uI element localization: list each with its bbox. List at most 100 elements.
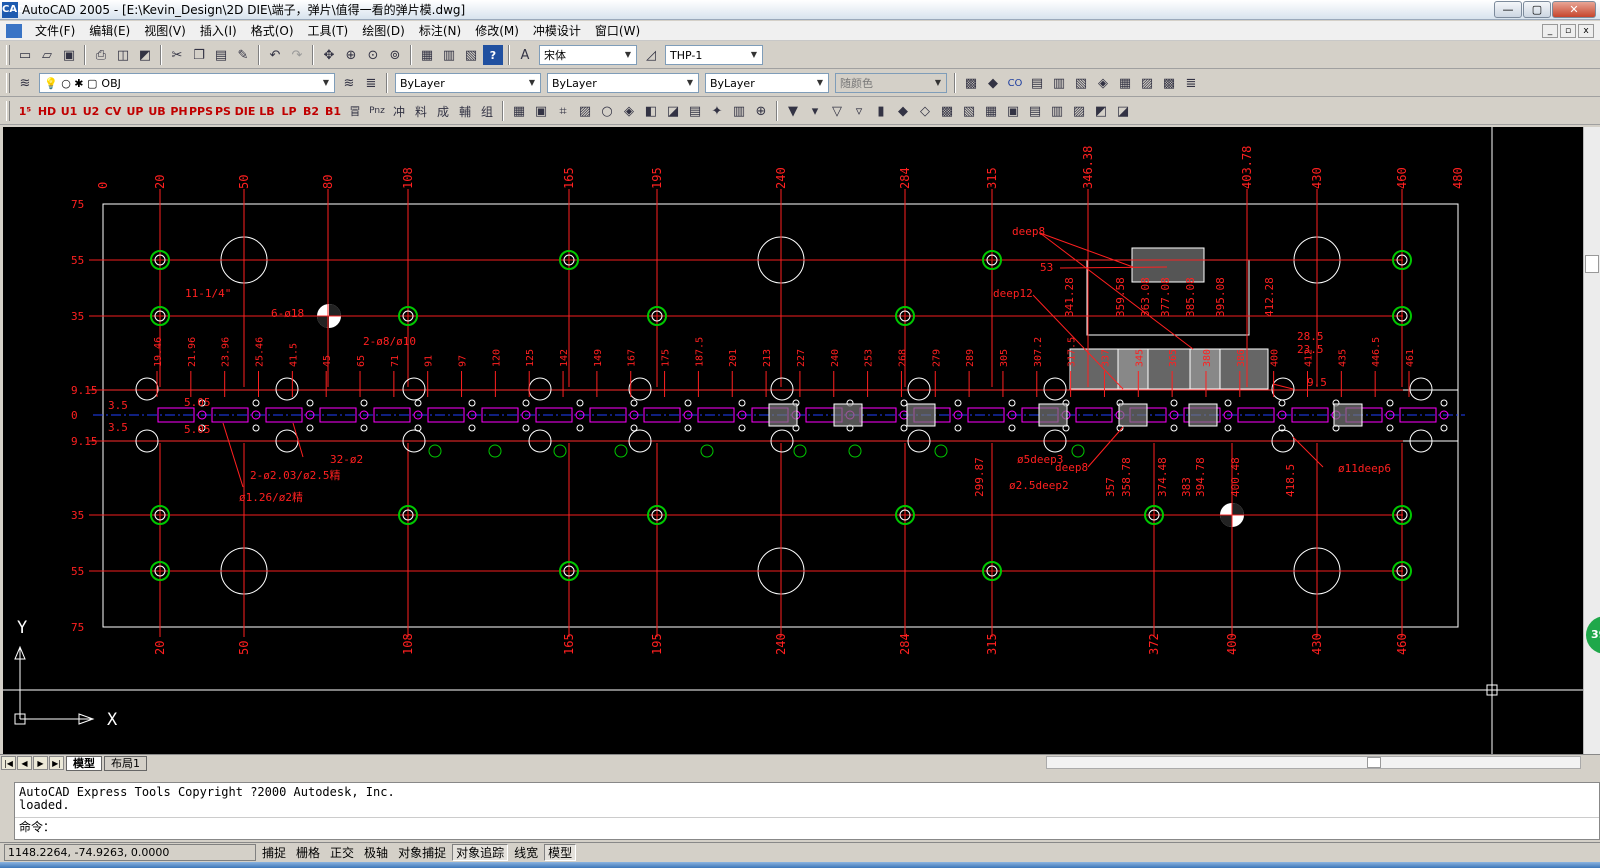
die-tool-button[interactable]: U2 xyxy=(81,101,101,121)
horizontal-scrollbar[interactable] xyxy=(1046,756,1581,769)
custom-tool-icon[interactable]: ◩ xyxy=(1091,101,1111,121)
toolbar-grip[interactable] xyxy=(6,73,10,93)
custom-tool-icon[interactable]: ▦ xyxy=(1115,73,1135,93)
layer-previous-icon[interactable]: ≣ xyxy=(361,73,381,93)
document-icon[interactable] xyxy=(6,23,22,38)
die-tool-button[interactable]: B2 xyxy=(301,101,321,121)
die-tool-button[interactable]: B1 xyxy=(323,101,343,121)
linetype-combo[interactable]: ByLayer ▼ xyxy=(547,73,699,93)
die-tool-button[interactable]: LB xyxy=(257,101,277,121)
drawing-canvas[interactable]: Y X 0 20 50 80 108 165 195 240 284 315 346.38 403.7… xyxy=(0,127,1600,754)
custom-tool-icon[interactable]: ▥ xyxy=(1049,73,1069,93)
scroll-thumb[interactable] xyxy=(1367,757,1381,768)
autocad-app-icon[interactable]: CAD xyxy=(2,1,25,18)
custom-tool-icon[interactable]: ▩ xyxy=(937,101,957,121)
matchprop-icon[interactable]: ✎ xyxy=(233,45,253,65)
color-combo[interactable]: ByLayer ▼ xyxy=(395,73,541,93)
custom-tool-icon[interactable]: ▼ xyxy=(783,101,803,121)
custom-tool-icon[interactable]: ▩ xyxy=(961,73,981,93)
die-tool-button[interactable]: UB xyxy=(147,101,167,121)
custom-tool-icon[interactable]: ◇ xyxy=(915,101,935,121)
save-icon[interactable]: ▣ xyxy=(59,45,79,65)
publish-icon[interactable]: ◩ xyxy=(135,45,155,65)
die-tool-button[interactable]: LP xyxy=(279,101,299,121)
layer-combo[interactable]: 💡 ○ ✱ ▢ OBJ ▼ xyxy=(39,73,335,93)
toolbar-grip[interactable] xyxy=(6,45,10,65)
otrack-toggle[interactable]: 对象追踪 xyxy=(452,844,509,861)
custom-tool-icon[interactable]: ◆ xyxy=(983,73,1003,93)
custom-tool-icon[interactable]: ▧ xyxy=(959,101,979,121)
grid-toggle[interactable]: 栅格 xyxy=(292,844,325,861)
undo-icon[interactable]: ↶ xyxy=(265,45,285,65)
tab-layout1[interactable]: 布局1 xyxy=(104,755,147,771)
close-button[interactable]: ✕ xyxy=(1552,1,1596,18)
toolpalette-icon[interactable]: ▧ xyxy=(461,45,481,65)
custom-tool-icon[interactable]: CO xyxy=(1005,73,1025,93)
pan-icon[interactable]: ✥ xyxy=(319,45,339,65)
menu-view[interactable]: 视图(V) xyxy=(137,21,193,41)
menu-file[interactable]: 文件(F) xyxy=(28,21,82,41)
preview-icon[interactable]: ◫ xyxy=(113,45,133,65)
zoom-window-icon[interactable]: ⊙ xyxy=(363,45,383,65)
osnap-toggle[interactable]: 对象捕捉 xyxy=(394,844,451,861)
custom-tool-icon[interactable]: ▨ xyxy=(1137,73,1157,93)
menu-edit[interactable]: 编辑(E) xyxy=(82,21,137,41)
menu-format[interactable]: 格式(O) xyxy=(244,21,301,41)
doc-close-button[interactable]: x xyxy=(1578,24,1594,38)
custom-tool-icon[interactable]: ◪ xyxy=(1113,101,1133,121)
custom-tool-icon[interactable]: ▽ xyxy=(827,101,847,121)
die-tool-button[interactable]: PH xyxy=(169,101,189,121)
custom-tool-icon[interactable]: ⌗ xyxy=(553,101,573,121)
menu-dimension[interactable]: 标注(N) xyxy=(412,21,468,41)
die-tool-button[interactable]: HD xyxy=(37,101,57,121)
menu-insert[interactable]: 插入(I) xyxy=(193,21,244,41)
menu-window[interactable]: 窗口(W) xyxy=(588,21,647,41)
custom-tool-icon[interactable]: ◧ xyxy=(641,101,661,121)
command-window[interactable]: AutoCAD Express Tools Copyright ?2000 Au… xyxy=(14,782,1600,840)
last-tab-icon[interactable]: ▶| xyxy=(49,756,64,770)
custom-tool-icon[interactable]: ▥ xyxy=(729,101,749,121)
open-icon[interactable]: ▱ xyxy=(37,45,57,65)
custom-tool-icon[interactable]: ▦ xyxy=(509,101,529,121)
custom-tool-icon[interactable]: ▨ xyxy=(1069,101,1089,121)
redo-icon[interactable]: ↷ xyxy=(287,45,307,65)
custom-tool-icon[interactable]: ◆ xyxy=(893,101,913,121)
lineweight-combo[interactable]: ByLayer ▼ xyxy=(705,73,829,93)
dim-style-combo[interactable]: THP-1 ▼ xyxy=(665,45,763,65)
custom-tool-icon[interactable]: ▥ xyxy=(1047,101,1067,121)
custom-tool-icon[interactable]: ✦ xyxy=(707,101,727,121)
die-tool-button[interactable]: 冲 xyxy=(389,101,409,121)
toolbar-grip[interactable] xyxy=(6,101,10,121)
custom-tool-icon[interactable]: ▧ xyxy=(1071,73,1091,93)
custom-tool-icon[interactable]: ▣ xyxy=(1003,101,1023,121)
die-tool-button[interactable]: 輔 xyxy=(455,101,475,121)
designcenter-icon[interactable]: ▥ xyxy=(439,45,459,65)
paste-icon[interactable]: ▤ xyxy=(211,45,231,65)
die-tool-button[interactable]: PPS xyxy=(189,101,213,121)
make-layer-current-icon[interactable]: ≋ xyxy=(339,73,359,93)
die-tool-button[interactable]: 料 xyxy=(411,101,431,121)
help-icon[interactable]: ? xyxy=(483,45,503,65)
polar-toggle[interactable]: 极轴 xyxy=(360,844,393,861)
vertical-scrollbar[interactable] xyxy=(1583,127,1600,754)
lineweight-toggle[interactable]: 线宽 xyxy=(510,844,543,861)
dim-style-icon[interactable]: ◿ xyxy=(641,45,661,65)
maximize-button[interactable]: ▢ xyxy=(1523,1,1551,18)
minimize-button[interactable]: — xyxy=(1494,1,1522,18)
text-style-icon[interactable]: A xyxy=(515,45,535,65)
doc-minimize-button[interactable]: _ xyxy=(1542,24,1558,38)
model-space-toggle[interactable]: 模型 xyxy=(544,844,577,861)
custom-tool-icon[interactable]: ◪ xyxy=(663,101,683,121)
command-prompt[interactable]: 命令： xyxy=(19,821,55,834)
prev-tab-icon[interactable]: ◀ xyxy=(17,756,32,770)
custom-tool-icon[interactable]: ▣ xyxy=(531,101,551,121)
menu-draw[interactable]: 绘图(D) xyxy=(355,21,412,41)
die-tool-button[interactable]: 冒 xyxy=(345,101,365,121)
die-tool-button[interactable]: DIE xyxy=(235,101,256,121)
new-icon[interactable]: ▭ xyxy=(15,45,35,65)
custom-tool-icon[interactable]: ▤ xyxy=(1027,73,1047,93)
coordinate-readout[interactable]: 1148.2264, -74.9263, 0.0000 xyxy=(4,844,256,861)
tab-model[interactable]: 模型 xyxy=(66,755,102,771)
copy-icon[interactable]: ❐ xyxy=(189,45,209,65)
die-tool-button[interactable]: PS xyxy=(213,101,233,121)
